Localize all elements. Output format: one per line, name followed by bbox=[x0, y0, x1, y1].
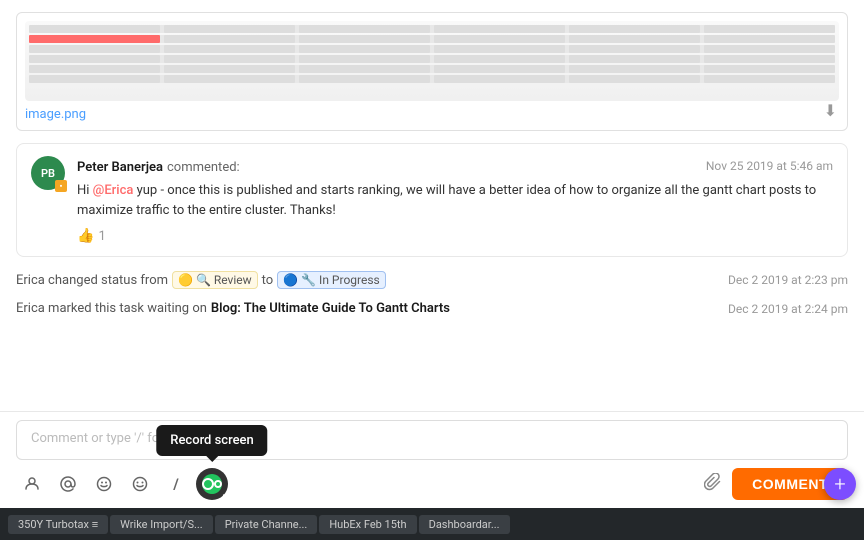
activity-row-2: Erica marked this task waiting on Blog: … bbox=[16, 295, 848, 322]
taskbar-item-4[interactable]: Dashboardar... bbox=[419, 515, 510, 534]
taskbar-item-1[interactable]: Wrike Import/S... bbox=[110, 515, 213, 534]
like-count: 1 bbox=[98, 229, 105, 244]
mention: @Erica bbox=[93, 183, 134, 198]
record-screen-button[interactable]: Record screen ↖ bbox=[196, 468, 228, 500]
task-link[interactable]: Blog: The Ultimate Guide To Gantt Charts bbox=[211, 301, 450, 316]
download-icon[interactable]: ⬇ bbox=[824, 101, 837, 120]
record-circle-icon bbox=[202, 474, 222, 494]
comment-input-area: Comment or type '/' for commands / bbox=[0, 411, 864, 508]
comment-timestamp: Nov 25 2019 at 5:46 am bbox=[706, 159, 833, 173]
activity-timestamp-1: Dec 2 2019 at 2:23 pm bbox=[728, 273, 848, 287]
like-icon[interactable]: 👍 bbox=[77, 228, 94, 244]
emoji-alt-icon[interactable] bbox=[124, 468, 156, 500]
taskbar-item-0[interactable]: 350Y Turbotax ≡ bbox=[8, 515, 108, 534]
status-from-badge: 🟡 🔍 Review bbox=[172, 271, 258, 289]
comment-text: Hi @Erica yup - once this is published a… bbox=[77, 181, 833, 220]
emoji-icon[interactable] bbox=[88, 468, 120, 500]
comment-header: Peter Banerjea commented: Nov 25 2019 at… bbox=[77, 156, 833, 175]
image-filename[interactable]: image.png bbox=[25, 107, 86, 122]
taskbar: 350Y Turbotax ≡ Wrike Import/S... Privat… bbox=[0, 508, 864, 540]
taskbar-item-3[interactable]: HubEx Feb 15th bbox=[319, 515, 416, 534]
scroll-area: image.png ⬇ PB ▪ Peter Banerjea commente… bbox=[0, 0, 864, 411]
slash-icon[interactable]: / bbox=[160, 468, 192, 500]
image-preview bbox=[25, 21, 839, 101]
comment-action: commented: bbox=[167, 160, 240, 175]
taskbar-item-2[interactable]: Private Channe... bbox=[215, 515, 318, 534]
comment-input[interactable]: Comment or type '/' for commands bbox=[16, 420, 848, 460]
attach-icon[interactable] bbox=[704, 473, 722, 496]
toolbar-left: / Record screen ↖ bbox=[16, 468, 228, 500]
record-tooltip: Record screen bbox=[156, 425, 267, 456]
like-row: 👍 1 bbox=[77, 228, 833, 244]
fab-button[interactable]: + bbox=[824, 468, 856, 500]
avatar-badge: ▪ bbox=[55, 180, 67, 192]
status-to-badge: 🔵 🔧 In Progress bbox=[277, 271, 386, 289]
main-content: image.png ⬇ PB ▪ Peter Banerjea commente… bbox=[0, 0, 864, 508]
at-icon[interactable] bbox=[52, 468, 84, 500]
activity-timestamp-2: Dec 2 2019 at 2:24 pm bbox=[728, 302, 848, 316]
person-icon[interactable] bbox=[16, 468, 48, 500]
activity-row-1: Erica changed status from 🟡 🔍 Review to … bbox=[16, 265, 848, 295]
avatar: PB ▪ bbox=[31, 156, 65, 190]
comment-block: PB ▪ Peter Banerjea commented: Nov 25 20… bbox=[16, 143, 848, 257]
comment-author: Peter Banerjea bbox=[77, 160, 163, 175]
image-attachment: image.png ⬇ bbox=[16, 12, 848, 131]
comment-toolbar: / Record screen ↖ COMMENT bbox=[16, 460, 848, 508]
comment-body: Peter Banerjea commented: Nov 25 2019 at… bbox=[77, 156, 833, 244]
